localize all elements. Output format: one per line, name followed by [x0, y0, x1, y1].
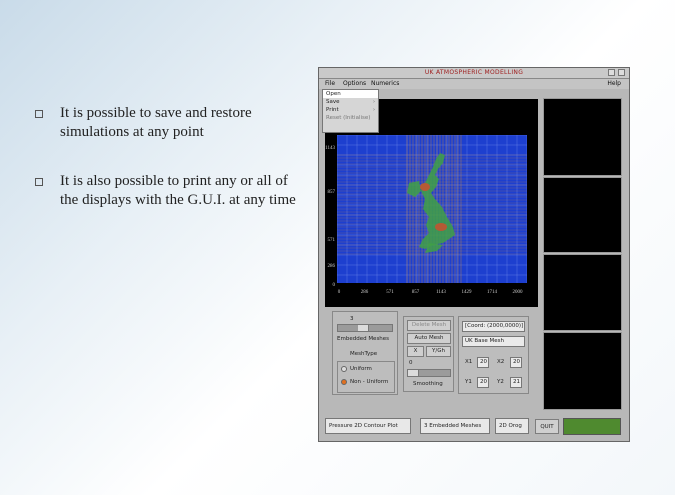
bullet-list: It is possible to save and restore simul…	[34, 104, 309, 240]
pressure-hotspot	[420, 183, 430, 191]
mesh-controls-group: 3 Embedded Meshes MeshType Uniform Non -…	[332, 311, 398, 395]
bullet-item: It is possible to save and restore simul…	[34, 104, 309, 142]
display-panel[interactable]	[543, 254, 622, 331]
mesh-type-radio-group: Uniform Non - Uniform	[337, 361, 395, 393]
menu-item-print[interactable]: Print ›	[323, 106, 378, 114]
x-tick-label: 1429	[461, 290, 472, 295]
x-tick-label: 2000	[512, 290, 523, 295]
display-panel[interactable]	[543, 332, 622, 410]
uniform-label: Uniform	[350, 366, 372, 372]
meshes-status: 3 Embedded Meshes	[420, 418, 490, 434]
bullet-text: It is also possible to print any or all …	[60, 173, 296, 208]
y-tick-label: 0	[332, 283, 336, 288]
bullet-marker-icon	[35, 178, 43, 186]
smoothing-label: Smoothing	[413, 381, 443, 387]
display-panel[interactable]	[543, 177, 622, 253]
x-tick-label: 1143	[436, 290, 446, 295]
delete-mesh-button[interactable]: Delete Mesh	[407, 320, 451, 331]
x-button[interactable]: X	[407, 346, 424, 357]
logo-icon	[563, 418, 621, 435]
y-tick-label: 857	[327, 190, 336, 195]
menu-item-open[interactable]: Open	[323, 90, 378, 98]
view-status: 2D Orog	[495, 418, 529, 434]
minimize-icon[interactable]	[608, 69, 615, 76]
maximize-icon[interactable]	[618, 69, 625, 76]
coord-field: [Coord: (2000,0000)]	[462, 321, 525, 332]
y-tick-label: 571	[327, 238, 336, 243]
menu-item-print-label: Print	[326, 107, 339, 113]
menu-numerics[interactable]: Numerics	[371, 80, 399, 87]
non-uniform-radio[interactable]	[341, 379, 347, 385]
x1-label: X1	[465, 359, 473, 365]
title-bar: UK ATMOSPHERIC MODELLING	[319, 68, 629, 79]
smoothing-slider[interactable]	[407, 369, 451, 377]
submenu-arrow-icon: ›	[373, 99, 375, 105]
y2-field[interactable]: 21	[510, 377, 522, 388]
mesh-name-field[interactable]: UK Base Mesh	[462, 336, 525, 347]
slider-knob[interactable]	[358, 325, 369, 331]
embedded-count: 3	[350, 316, 354, 322]
y-ratio-button[interactable]: Y/Gh	[426, 346, 451, 357]
menu-item-save-label: Save	[326, 99, 340, 105]
y2-label: Y2	[497, 379, 504, 385]
uniform-radio[interactable]	[341, 366, 347, 372]
mesh-plot	[337, 135, 527, 283]
bullet-marker-icon	[35, 110, 43, 118]
x-tick-label: 0	[337, 290, 341, 295]
coord-group: [Coord: (2000,0000)] UK Base Mesh X1 20 …	[458, 316, 529, 394]
menu-bar: File Options Numerics Help	[319, 79, 629, 89]
mesh-edit-group: Delete Mesh Auto Mesh X Y/Gh 0 Smoothing	[403, 316, 454, 392]
y1-label: Y1	[465, 379, 472, 385]
menu-options[interactable]: Options	[343, 80, 366, 87]
pressure-hotspot	[435, 223, 447, 231]
slider-knob[interactable]	[408, 370, 419, 376]
window-title: UK ATMOSPHERIC MODELLING	[424, 69, 524, 76]
menu-item-save[interactable]: Save ›	[323, 98, 378, 106]
x2-field[interactable]: 20	[510, 357, 522, 368]
x-tick-label: 1714	[487, 290, 497, 295]
auto-mesh-button[interactable]: Auto Mesh	[407, 333, 451, 344]
y-tick-label: 286	[327, 264, 336, 269]
y-tick-label: 1143	[325, 146, 335, 151]
x1-field[interactable]: 20	[477, 357, 489, 368]
bullet-text: It is possible to save and restore simul…	[60, 105, 252, 140]
x-tick-label: 571	[386, 290, 394, 295]
embedded-meshes-label: Embedded Meshes	[337, 336, 390, 342]
embedded-slider[interactable]	[337, 324, 393, 332]
x2-label: X2	[497, 359, 505, 365]
file-menu-dropdown: Open Save › Print › Reset (Initialise)	[322, 89, 379, 133]
menu-item-reset: Reset (Initialise)	[326, 115, 371, 121]
non-uniform-label: Non - Uniform	[350, 379, 389, 385]
x-tick-label: 286	[360, 290, 369, 295]
menu-help[interactable]: Help	[607, 80, 621, 87]
bullet-item: It is also possible to print any or all …	[34, 172, 309, 210]
mesh-type-label: MeshType	[350, 351, 378, 357]
display-panel[interactable]	[543, 98, 622, 176]
plot-type-status: Pressure 2D Contour Plot	[325, 418, 411, 434]
y1-field[interactable]: 20	[477, 377, 489, 388]
smoothing-value: 0	[409, 360, 413, 366]
x-tick-label: 857	[411, 290, 420, 295]
submenu-arrow-icon: ›	[373, 107, 375, 113]
menu-file[interactable]: File	[325, 80, 335, 87]
quit-button[interactable]: QUIT	[535, 419, 559, 434]
